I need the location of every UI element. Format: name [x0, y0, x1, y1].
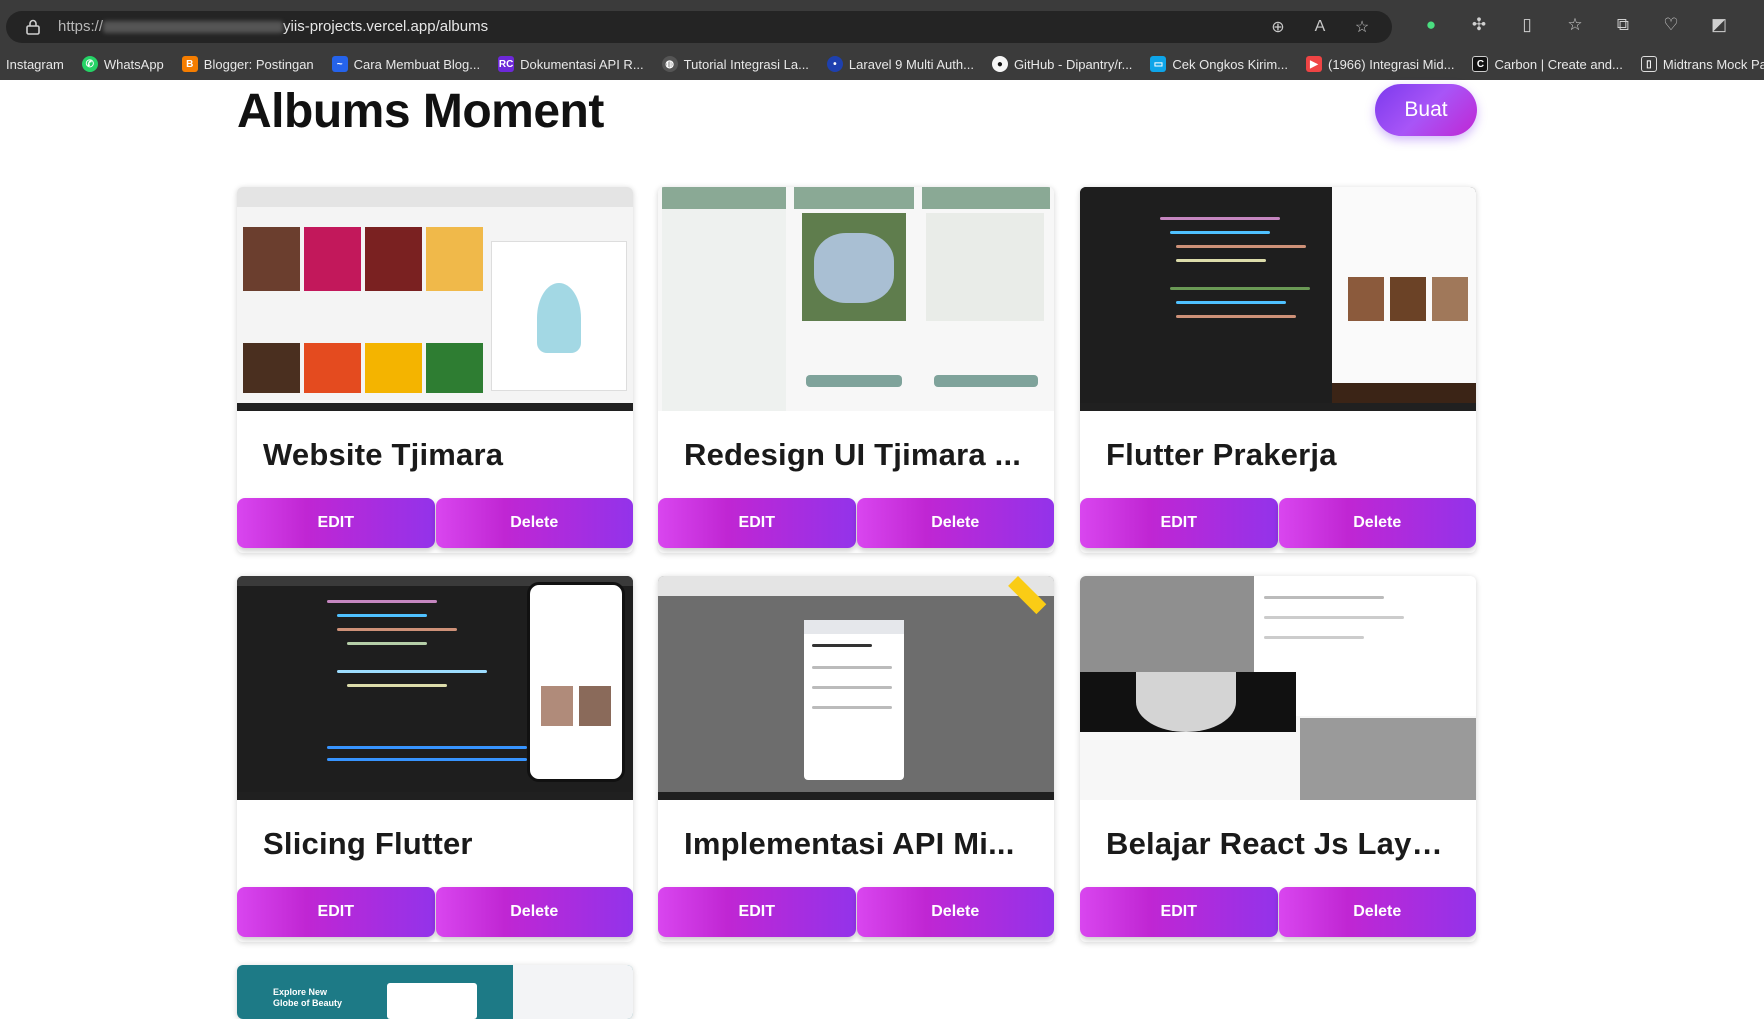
album-thumbnail[interactable] [658, 576, 1054, 800]
delete-button[interactable]: Delete [1278, 887, 1476, 937]
edit-button[interactable]: EDIT [1080, 887, 1278, 937]
bookmark-github[interactable]: ● GitHub - Dipantry/r... [991, 56, 1133, 72]
bookmark-tutorial-integrasi[interactable]: ◍ Tutorial Integrasi La... [661, 56, 809, 72]
shipping-icon: ▭ [1150, 56, 1167, 72]
lock-icon [26, 19, 40, 35]
bookmark-label: Midtrans Mock Pay... [1662, 56, 1764, 72]
album-card: Explore New Globe of Beauty [237, 965, 633, 1019]
bookmark-label: Dokumentasi API R... [520, 56, 644, 72]
delete-button[interactable]: Delete [1278, 498, 1476, 548]
blogger-icon: B [181, 56, 198, 72]
album-card: Redesign UI Tjimara ... EDIT Delete [658, 187, 1054, 553]
copilot-icon[interactable]: ◩ [1708, 14, 1730, 36]
album-card: Flutter Prakerja EDIT Delete [1080, 187, 1476, 553]
album-thumbnail[interactable] [237, 187, 633, 411]
bookmark-cara-membuat-blog[interactable]: ~ Cara Membuat Blog... [331, 56, 481, 72]
bookmark-label: Instagram [6, 56, 64, 72]
bookmark-label: Laravel 9 Multi Auth... [848, 56, 974, 72]
album-thumbnail[interactable]: Explore New Globe of Beauty [237, 965, 633, 1019]
album-card: Belajar React Js Layout EDIT Delete [1080, 576, 1476, 942]
album-card: Website Tjimara EDIT Delete [237, 187, 633, 553]
bookmark-label: Cek Ongkos Kirim... [1172, 56, 1289, 72]
bookmark-label: Blogger: Postingan [203, 56, 314, 72]
album-title: Slicing Flutter [263, 826, 473, 861]
url-prefix: https:// [58, 18, 104, 35]
bookmarks-bar: Instagram ✆ WhatsApp B Blogger: Postinga… [0, 50, 1764, 78]
edit-button[interactable]: EDIT [237, 498, 435, 548]
zoom-icon[interactable]: ⊕ [1268, 17, 1288, 37]
url-text: https:// yiis-projects.vercel.app/albums [58, 18, 488, 35]
favorites-icon[interactable]: ☆ [1564, 14, 1586, 36]
bookmark-label: Carbon | Create and... [1494, 56, 1623, 72]
split-screen-icon[interactable]: ▯ [1516, 14, 1538, 36]
performance-icon[interactable]: ♡ [1660, 14, 1682, 36]
blog-icon: ~ [331, 56, 348, 72]
address-bar[interactable]: https://yiis-projects.vercel.app/albums … [6, 11, 1392, 43]
bookmark-label: (1966) Integrasi Mid... [1328, 56, 1455, 72]
album-thumbnail[interactable] [1080, 187, 1476, 411]
youtube-icon: ▶ [1306, 56, 1323, 72]
extension-icon[interactable]: ● [1420, 14, 1442, 36]
delete-button[interactable]: Delete [435, 887, 633, 937]
document-icon: ▯ [1640, 56, 1657, 72]
edit-button[interactable]: EDIT [1080, 498, 1278, 548]
extensions-puzzle-icon[interactable]: ✣ [1468, 14, 1490, 36]
bookmark-label: Cara Membuat Blog... [353, 56, 481, 72]
bookmark-label: Tutorial Integrasi La... [683, 56, 809, 72]
create-album-button[interactable]: Buat [1375, 84, 1477, 136]
bookmark-midtrans[interactable]: ▯ Midtrans Mock Pay... [1640, 56, 1764, 72]
favorite-star-icon[interactable]: ☆ [1352, 17, 1372, 37]
bookmark-laravel[interactable]: • Laravel 9 Multi Auth... [826, 56, 974, 72]
delete-button[interactable]: Delete [856, 498, 1054, 548]
rajaongkir-icon: RC [498, 56, 515, 72]
bookmark-blogger[interactable]: B Blogger: Postingan [181, 56, 314, 72]
album-thumbnail[interactable] [1080, 576, 1476, 800]
delete-button[interactable]: Delete [856, 887, 1054, 937]
github-icon: ● [991, 56, 1008, 72]
album-title: Belajar React Js Layout [1106, 826, 1456, 861]
album-thumbnail[interactable] [237, 576, 633, 800]
edit-button[interactable]: EDIT [658, 887, 856, 937]
edit-button[interactable]: EDIT [237, 887, 435, 937]
album-title: Implementasi API Mi... [684, 826, 1015, 861]
globe-icon: ◍ [661, 56, 678, 72]
bookmark-label: GitHub - Dipantry/r... [1013, 56, 1133, 72]
laravel-icon: • [826, 56, 843, 72]
album-card: Implementasi API Mi... EDIT Delete [658, 576, 1054, 942]
bookmark-whatsapp[interactable]: ✆ WhatsApp [81, 56, 164, 72]
bookmark-carbon[interactable]: C Carbon | Create and... [1472, 56, 1623, 72]
bookmark-cek-ongkos[interactable]: ▭ Cek Ongkos Kirim... [1150, 56, 1288, 72]
page-title: Albums Moment [237, 85, 604, 138]
carbon-icon: C [1472, 56, 1489, 72]
bookmark-youtube[interactable]: ▶ (1966) Integrasi Mid... [1306, 56, 1454, 72]
album-title: Website Tjimara [263, 437, 504, 472]
album-title: Flutter Prakerja [1106, 437, 1337, 472]
bookmark-instagram[interactable]: Instagram [6, 57, 64, 72]
read-aloud-icon[interactable]: A [1310, 17, 1330, 37]
url-path: yiis-projects.vercel.app/albums [283, 18, 489, 35]
edit-button[interactable]: EDIT [658, 498, 856, 548]
album-card: Slicing Flutter EDIT Delete [237, 576, 633, 942]
whatsapp-icon: ✆ [81, 56, 98, 72]
thumbnail-text: Globe of Beauty [273, 998, 343, 1008]
url-host-redacted [103, 21, 284, 34]
album-thumbnail[interactable] [658, 187, 1054, 411]
delete-button[interactable]: Delete [435, 498, 633, 548]
album-title: Redesign UI Tjimara ... [684, 437, 1022, 472]
collections-icon[interactable]: ⧉ [1612, 14, 1634, 36]
bookmark-dokumentasi-api[interactable]: RC Dokumentasi API R... [498, 56, 644, 72]
browser-toolbar: https://yiis-projects.vercel.app/albums … [0, 0, 1764, 80]
bookmark-label: WhatsApp [103, 56, 164, 72]
thumbnail-text: Explore New [273, 987, 328, 997]
